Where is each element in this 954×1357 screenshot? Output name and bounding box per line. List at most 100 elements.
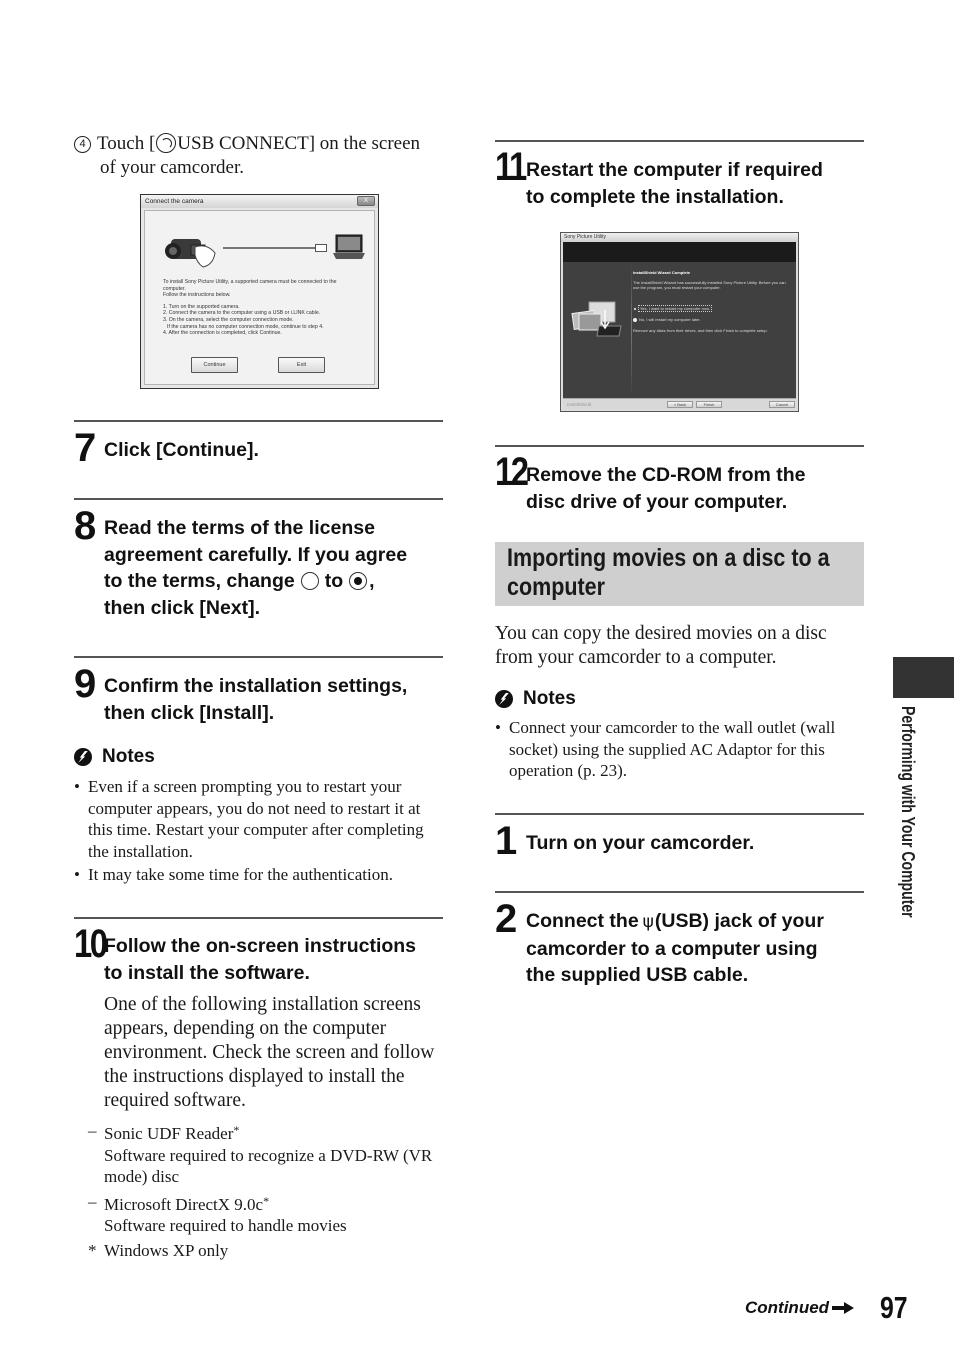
dialog-instruction: 1. Turn on the supported camera.: [163, 303, 240, 310]
step-2-line: camcorder to a computer using: [526, 937, 818, 960]
notes-label: Notes: [102, 746, 155, 767]
footnote: * Windows XP only: [74, 1240, 446, 1262]
camcorder-illustration-icon: [165, 239, 216, 268]
dialog-instruction: 3. On the camera, select the computer co…: [163, 316, 294, 323]
note-item: Even if a screen prompting you to restar…: [74, 776, 446, 862]
dialog-titlebar: Connect the camera X: [141, 195, 378, 208]
step-9-line: then click [Install].: [104, 701, 275, 724]
footnote-mark: *: [88, 1240, 97, 1260]
step-number-9: 9: [74, 662, 97, 706]
restart-later-radio[interactable]: No, I will restart my computer later.: [633, 317, 793, 322]
software-list: – Sonic UDF Reader* Software required to…: [74, 1120, 446, 1264]
step-number-7: 7: [74, 426, 97, 470]
software-description: Software required to recognize a DVD-RW …: [104, 1145, 433, 1187]
step-10-body: One of the following installation screen…: [104, 994, 435, 1111]
step-2-text: (USB) jack of your: [654, 910, 824, 932]
wizard-banner: [563, 242, 796, 262]
divider: [495, 445, 864, 447]
software-item: – Microsoft DirectX 9.0c* Software requi…: [74, 1191, 446, 1237]
divider: [74, 420, 443, 422]
dialog-instruction: 4. After the connection is completed, cl…: [163, 330, 282, 337]
section-title-line: Importing movies on a disc to a: [507, 544, 830, 572]
section-intro: You can copy the desired movies on a dis…: [495, 623, 827, 668]
step-2-text: Connect the: [526, 910, 639, 932]
step-number-8: 8: [74, 504, 97, 548]
wizard-divider: [631, 262, 632, 398]
step-10-title: Follow the on-screen instructions to ins…: [104, 933, 449, 986]
step-number-1: 1: [495, 819, 518, 863]
step-2-line: Connect the ψ(USB) jack of your: [526, 908, 866, 936]
restart-now-label: Yes, I want to restart my computer now.: [638, 305, 712, 312]
dialog-instruction: If the camera has no computer connection…: [167, 323, 324, 330]
wizard-body: InstallShield Wizard Complete The Instal…: [563, 262, 796, 398]
substep-4-prefix: Touch [: [97, 133, 156, 154]
step-10-line: to install the software.: [104, 961, 310, 984]
step-12-line: disc drive of your computer.: [526, 490, 788, 513]
close-icon[interactable]: X: [357, 196, 375, 206]
wizard-titlebar: Sony Picture Utility: [561, 233, 798, 242]
divider: [495, 813, 864, 815]
page-number: 97: [880, 1290, 908, 1325]
software-item: – Sonic UDF Reader* Software required to…: [74, 1120, 446, 1188]
dash-mark: –: [88, 1121, 97, 1140]
circled-number-4: 4: [74, 136, 91, 153]
usb-icon: ψ: [642, 912, 654, 932]
notes-list: Connect your camcorder to the wall outle…: [495, 717, 867, 784]
divider: [74, 656, 443, 658]
step-8-line: to the terms, change to,: [104, 568, 449, 595]
wizard-remove-note: Remove any disks from their drives, and …: [633, 328, 768, 333]
software-name: Microsoft DirectX 9.0c: [104, 1194, 264, 1214]
substep-4-button-label: USB CONNECT] on the screen: [177, 133, 421, 154]
step-number-12: 12: [495, 450, 529, 494]
notes-label: Notes: [523, 688, 576, 709]
step-8-line: then click [Next].: [104, 596, 261, 619]
step-number-2: 2: [495, 897, 518, 941]
step-2-line: the supplied USB cable.: [526, 964, 749, 986]
step-8-line: agreement carefully. If you agree: [104, 543, 408, 566]
substep-4: 4 Touch [USB CONNECT] on the screen of yo…: [74, 132, 454, 180]
dialog-instruction: 2. Connect the camera to the computer us…: [163, 310, 321, 317]
notes-list: Even if a screen prompting you to restar…: [74, 776, 446, 888]
laptop-illustration-icon: [333, 234, 365, 259]
dialog-message: To install Sony Picture Utility, a suppo…: [163, 279, 368, 337]
step-8-text: ,: [369, 570, 375, 592]
dialog-message-line: To install Sony Picture Utility, a suppo…: [163, 279, 337, 285]
back-button[interactable]: < Back: [667, 401, 693, 408]
step-9-line: Confirm the installation settings,: [104, 675, 408, 697]
step-9-title: Confirm the installation settings, then …: [104, 673, 449, 726]
chapter-label-text: Performing with Your Computer: [897, 706, 918, 977]
divider: [495, 891, 864, 893]
usb-connect-icon: [156, 133, 177, 153]
section-title-line: computer: [507, 572, 605, 601]
connect-camera-dialog-screenshot: Connect the camera X To install Sony Pic…: [140, 194, 379, 389]
dialog-message-line: computer.: [163, 285, 186, 292]
divider: [74, 498, 443, 500]
notes-heading: Notes: [74, 746, 155, 768]
continued-label: Continued: [745, 1298, 830, 1317]
exit-button[interactable]: Exit: [278, 357, 325, 373]
step-8-text: to: [324, 570, 344, 592]
footnote-text: Windows XP only: [104, 1240, 229, 1260]
wizard-message: The InstallShield Wizard has successfull…: [633, 280, 786, 290]
step-12-line: Remove the CD-ROM from the: [526, 464, 806, 486]
continued-indicator: Continued: [745, 1298, 855, 1318]
install-wizard-screenshot: Sony Picture Utility InstallShield Wizar…: [560, 232, 799, 412]
restart-now-radio[interactable]: Yes, I want to restart my computer now.: [633, 305, 793, 312]
notes-icon: [495, 690, 513, 708]
cancel-button[interactable]: Cancel: [769, 401, 795, 408]
step-8-line: Read the terms of the license: [104, 517, 375, 539]
wizard-text: InstallShield Wizard Complete The Instal…: [633, 270, 793, 333]
notes-heading: Notes: [495, 688, 576, 710]
arrow-right-icon: [832, 1302, 855, 1314]
step-12-title: Remove the CD-ROM from the disc drive of…: [526, 462, 866, 515]
software-description: Software required to handle movies: [104, 1216, 347, 1235]
dialog-message-line: Follow the instructions below.: [163, 292, 231, 299]
step-10-line: Follow the on-screen instructions: [104, 935, 417, 957]
radio-selected-icon: [349, 572, 368, 590]
footnote-star: *: [233, 1123, 240, 1137]
usb-plug-illustration: [315, 244, 327, 252]
step-7-title: Click [Continue].: [104, 439, 259, 461]
note-item: It may take some time for the authentica…: [74, 864, 446, 886]
continue-button[interactable]: Continue: [191, 357, 238, 373]
finish-button[interactable]: Finish: [696, 401, 722, 408]
